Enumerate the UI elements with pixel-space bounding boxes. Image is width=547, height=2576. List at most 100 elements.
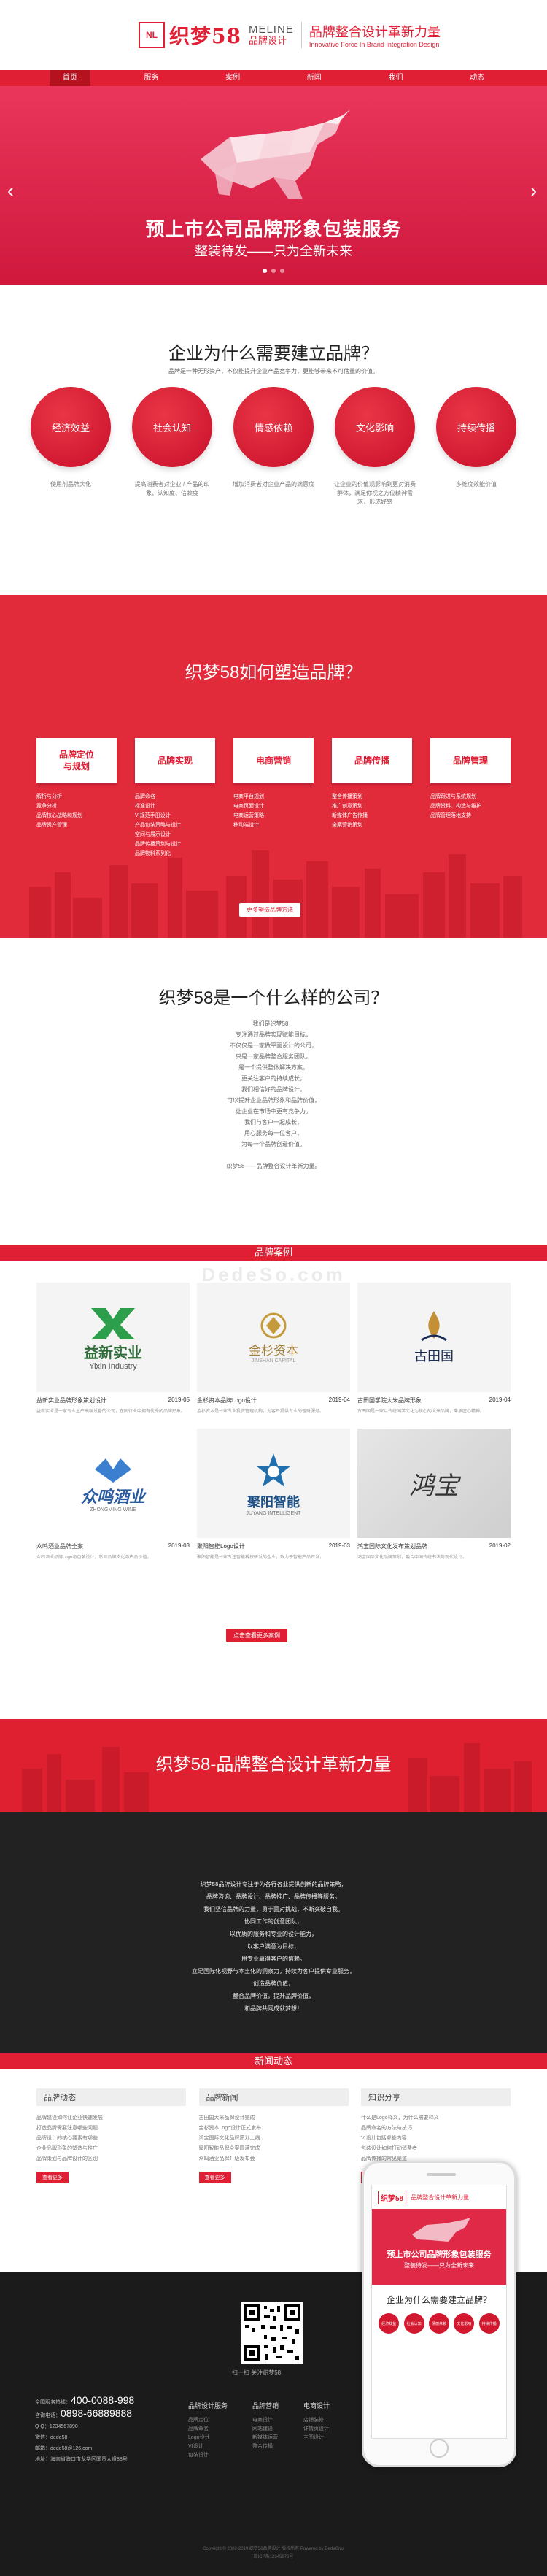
footer-link[interactable]: 网站建设 <box>252 2425 279 2434</box>
news-column-title[interactable]: 知识分享 <box>361 2088 511 2106</box>
news-link[interactable]: 品牌设计的核心要素有哪些 <box>36 2134 186 2144</box>
step-box[interactable]: 品牌实现 <box>135 738 215 783</box>
news-link[interactable]: 打造品牌需要注意哪些问题 <box>36 2123 186 2134</box>
news-more-button[interactable]: 查看更多 <box>36 2172 69 2183</box>
phone-speaker <box>427 2173 456 2176</box>
step-item: 移动端设计 <box>233 823 259 828</box>
prev-slide-arrow[interactable]: ‹ <box>7 180 14 202</box>
more-cases-button[interactable]: 点击查看更多案例 <box>226 1629 287 1642</box>
footer-link[interactable]: 主图设计 <box>303 2434 330 2442</box>
case-card[interactable]: 鸿宝 鸿宝国际文化发布策划品牌 2019-02 鸿宝国际文化品牌策划，融合中国传统… <box>357 1429 511 1560</box>
footer-link[interactable]: 包装设计 <box>188 2451 228 2460</box>
case-image: 聚阳智能 JUYANG INTELLIGENT <box>197 1429 350 1538</box>
about-line: 织梦58——品牌整合设计革新力量。 <box>226 1163 321 1169</box>
case-card[interactable]: 聚阳智能 JUYANG INTELLIGENT 聚阳智能Logo设计 2019-0… <box>197 1429 350 1560</box>
hero-banner: ‹ › 预上市公司品牌形象包装服务 整装待发——只为全新未来 <box>0 86 547 285</box>
nav-about[interactable]: 我们 <box>375 70 416 86</box>
about-line <box>0 1150 547 1161</box>
slide-dot[interactable] <box>271 269 276 273</box>
slide-dot[interactable] <box>263 269 267 273</box>
case-desc: 古田国是一家以传统国学文化为核心的大米品牌，秉承匠心精神。 <box>357 1410 485 1414</box>
case-date: 2019-04 <box>489 1396 511 1403</box>
phone-banner-title: 预上市公司品牌形象包装服务 <box>387 2250 492 2259</box>
case-logo-text: 金杉资本 <box>249 1344 298 1358</box>
case-desc: 众鸣酒业品牌Logo与包装设计，彰显品牌文化与产品价值。 <box>36 1556 152 1560</box>
news-link[interactable]: 众鸣酒业品牌升级发布会 <box>199 2154 349 2164</box>
footer-link[interactable]: 品牌命名 <box>188 2425 228 2434</box>
news-more-button[interactable]: 查看更多 <box>198 2172 231 2183</box>
step-box[interactable]: 电商营销 <box>233 738 314 783</box>
news-link[interactable]: 品牌命名的方法与技巧 <box>361 2123 511 2134</box>
footer-link[interactable]: 整合传播 <box>252 2442 279 2451</box>
footer-link[interactable]: 店铺装修 <box>303 2416 330 2425</box>
footer-link[interactable]: 品牌定位 <box>188 2416 228 2425</box>
case-logo-en: Yixin Industry <box>89 1361 137 1371</box>
slide-dot[interactable] <box>280 269 284 273</box>
news-link[interactable]: 金杉资本Logo设计正式发布 <box>199 2123 349 2134</box>
nav-services[interactable]: 服务 <box>131 70 171 86</box>
tel-number: 0898-66889888 <box>61 2407 133 2419</box>
news-column-title[interactable]: 品牌新闻 <box>198 2088 349 2106</box>
mobile-preview[interactable]: 织梦58 品牌整合设计革新力量 预上市公司品牌形象包装服务 整装待发——只为全新… <box>362 2161 516 2467</box>
more-methods-button[interactable]: 更多塑造品牌方法 <box>239 903 300 917</box>
footer-link[interactable]: 详情页设计 <box>303 2425 330 2434</box>
process-step: 电商营销 电商平台规划 电商页面设计 电商运营策略 移动端设计 <box>233 738 314 858</box>
step-item: 空间与展示设计 <box>135 832 171 837</box>
banner-title: 预上市公司品牌形象包装服务 <box>145 218 402 240</box>
news-link[interactable]: 品牌策划与品牌设计的区别 <box>36 2154 186 2164</box>
nav-cases[interactable]: 案例 <box>212 70 253 86</box>
step-item: 品牌传播策划与设计 <box>135 842 181 847</box>
case-desc: 金杉资本是一家专业投资管理机构，为客户提供专业的理财服务。 <box>197 1410 325 1414</box>
nav-updates[interactable]: 动态 <box>457 70 497 86</box>
step-box[interactable]: 品牌定位 与规划 <box>36 738 117 783</box>
juyang-logo-icon <box>256 1453 291 1487</box>
about-line: 为每一个品牌创造价值。 <box>241 1141 306 1147</box>
news-link[interactable]: 鸿宝国际文化品牌策划上线 <box>199 2134 349 2144</box>
case-logo-text: 鸿宝 <box>409 1471 459 1501</box>
phone-home-button <box>430 2439 449 2458</box>
slide-dots <box>0 269 547 273</box>
next-slide-arrow[interactable]: › <box>530 180 537 202</box>
why-subtitle: 品牌是一种无形资产，不仅能提升企业产品竞争力，更能够带来不可估量的价值。 <box>168 368 379 374</box>
step-item: 新媒体广告传播 <box>332 813 368 818</box>
news-link[interactable]: 品牌建设如何让企业快速发展 <box>36 2113 186 2123</box>
icp-text[interactable]: 琼ICP备12345678号 <box>0 2553 547 2561</box>
case-card[interactable]: 古田国 古田国学院大米品牌形象 2019-04 古田国是一家以传统国学文化为核心的… <box>357 1283 511 1414</box>
news-link[interactable]: 古田国大米品牌设计完成 <box>199 2113 349 2123</box>
step-box[interactable]: 品牌传播 <box>332 738 412 783</box>
logo-slogan: 品牌整合设计革新力量 <box>309 25 441 40</box>
about-title: 织梦58是一个什么样的公司？ <box>158 988 389 1008</box>
news-link[interactable]: 什么是Logo释义，为什么需要释义 <box>361 2113 511 2123</box>
case-card[interactable]: 金杉资本 JINSHAN CAPITAL 金杉资本品牌Logo设计 2019-04… <box>197 1283 350 1414</box>
news-title: 新闻动态 <box>0 2053 547 2069</box>
case-card[interactable]: 益新实业 Yixin Industry 益新实业品牌形象策划设计 2019-05 … <box>36 1283 190 1414</box>
page: NL 织梦58 MELINE 品牌设计 品牌整合设计革新力量 Innovativ… <box>0 0 547 2576</box>
phone-circle: 情感依赖 <box>428 2313 449 2334</box>
step-box[interactable]: 品牌管理 <box>430 738 511 783</box>
nav-home[interactable]: 首页 <box>49 70 90 86</box>
news-column: 品牌新闻 古田国大米品牌设计完成 金杉资本Logo设计正式发布 鸿宝国际文化品牌… <box>198 2088 349 2183</box>
about-text: 我们是织梦58， 专注通过品牌实现赋能目标， 不仅仅是一家做平面设计的公司， 只… <box>0 1018 547 1172</box>
process-steps: 品牌定位 与规划 解析与分析 竞争分析 品牌核心战略和规划 品牌资产管理 品牌实现… <box>36 738 511 858</box>
process-step: 品牌管理 品牌跟进与系统规划 品牌资料、构造与维护 品牌管理落地支持 <box>430 738 511 858</box>
logo-mark: NL <box>139 22 165 48</box>
nav-news[interactable]: 新闻 <box>294 70 335 86</box>
benefit-item: 文化影响 让企业的价值观影响到更对消费群体，满足你视之方位精神需求，形成好感 <box>330 387 420 507</box>
phone-why-title: 企业为什么需要建立品牌？ <box>386 2295 492 2305</box>
contact-line: 邮箱：dede58@126.com <box>35 2446 93 2451</box>
news-link[interactable]: 企业品牌形象的塑造与推广 <box>36 2144 186 2154</box>
footer-link[interactable]: Logo设计 <box>188 2434 228 2442</box>
footer-link[interactable]: 电商设计 <box>252 2416 279 2425</box>
case-card[interactable]: 众鸣酒业 ZHONGMING WINE 众鸣酒业品牌全案 2019-03 众鸣酒业… <box>36 1429 190 1560</box>
site-logo[interactable]: NL 织梦58 MELINE 品牌设计 品牌整合设计革新力量 Innovativ… <box>139 20 441 50</box>
case-desc: 聚阳智能是一家专注智能科技研发的企业，致力于智能产品开发。 <box>197 1556 325 1560</box>
footer-column-title: 品牌营销 <box>252 2402 279 2410</box>
news-link[interactable]: VI设计包括哪些内容 <box>361 2134 511 2144</box>
footer-link[interactable]: 新媒体运营 <box>252 2434 279 2442</box>
news-link[interactable]: 聚阳智能品牌全案圆满完成 <box>199 2144 349 2154</box>
news-column-title[interactable]: 品牌动态 <box>36 2088 186 2106</box>
footer-link[interactable]: VI设计 <box>188 2442 228 2451</box>
case-date: 2019-03 <box>168 1542 190 1549</box>
news-link[interactable]: 包装设计如何打动消费者 <box>361 2144 511 2154</box>
case-image: 金杉资本 JINSHAN CAPITAL <box>197 1283 350 1392</box>
